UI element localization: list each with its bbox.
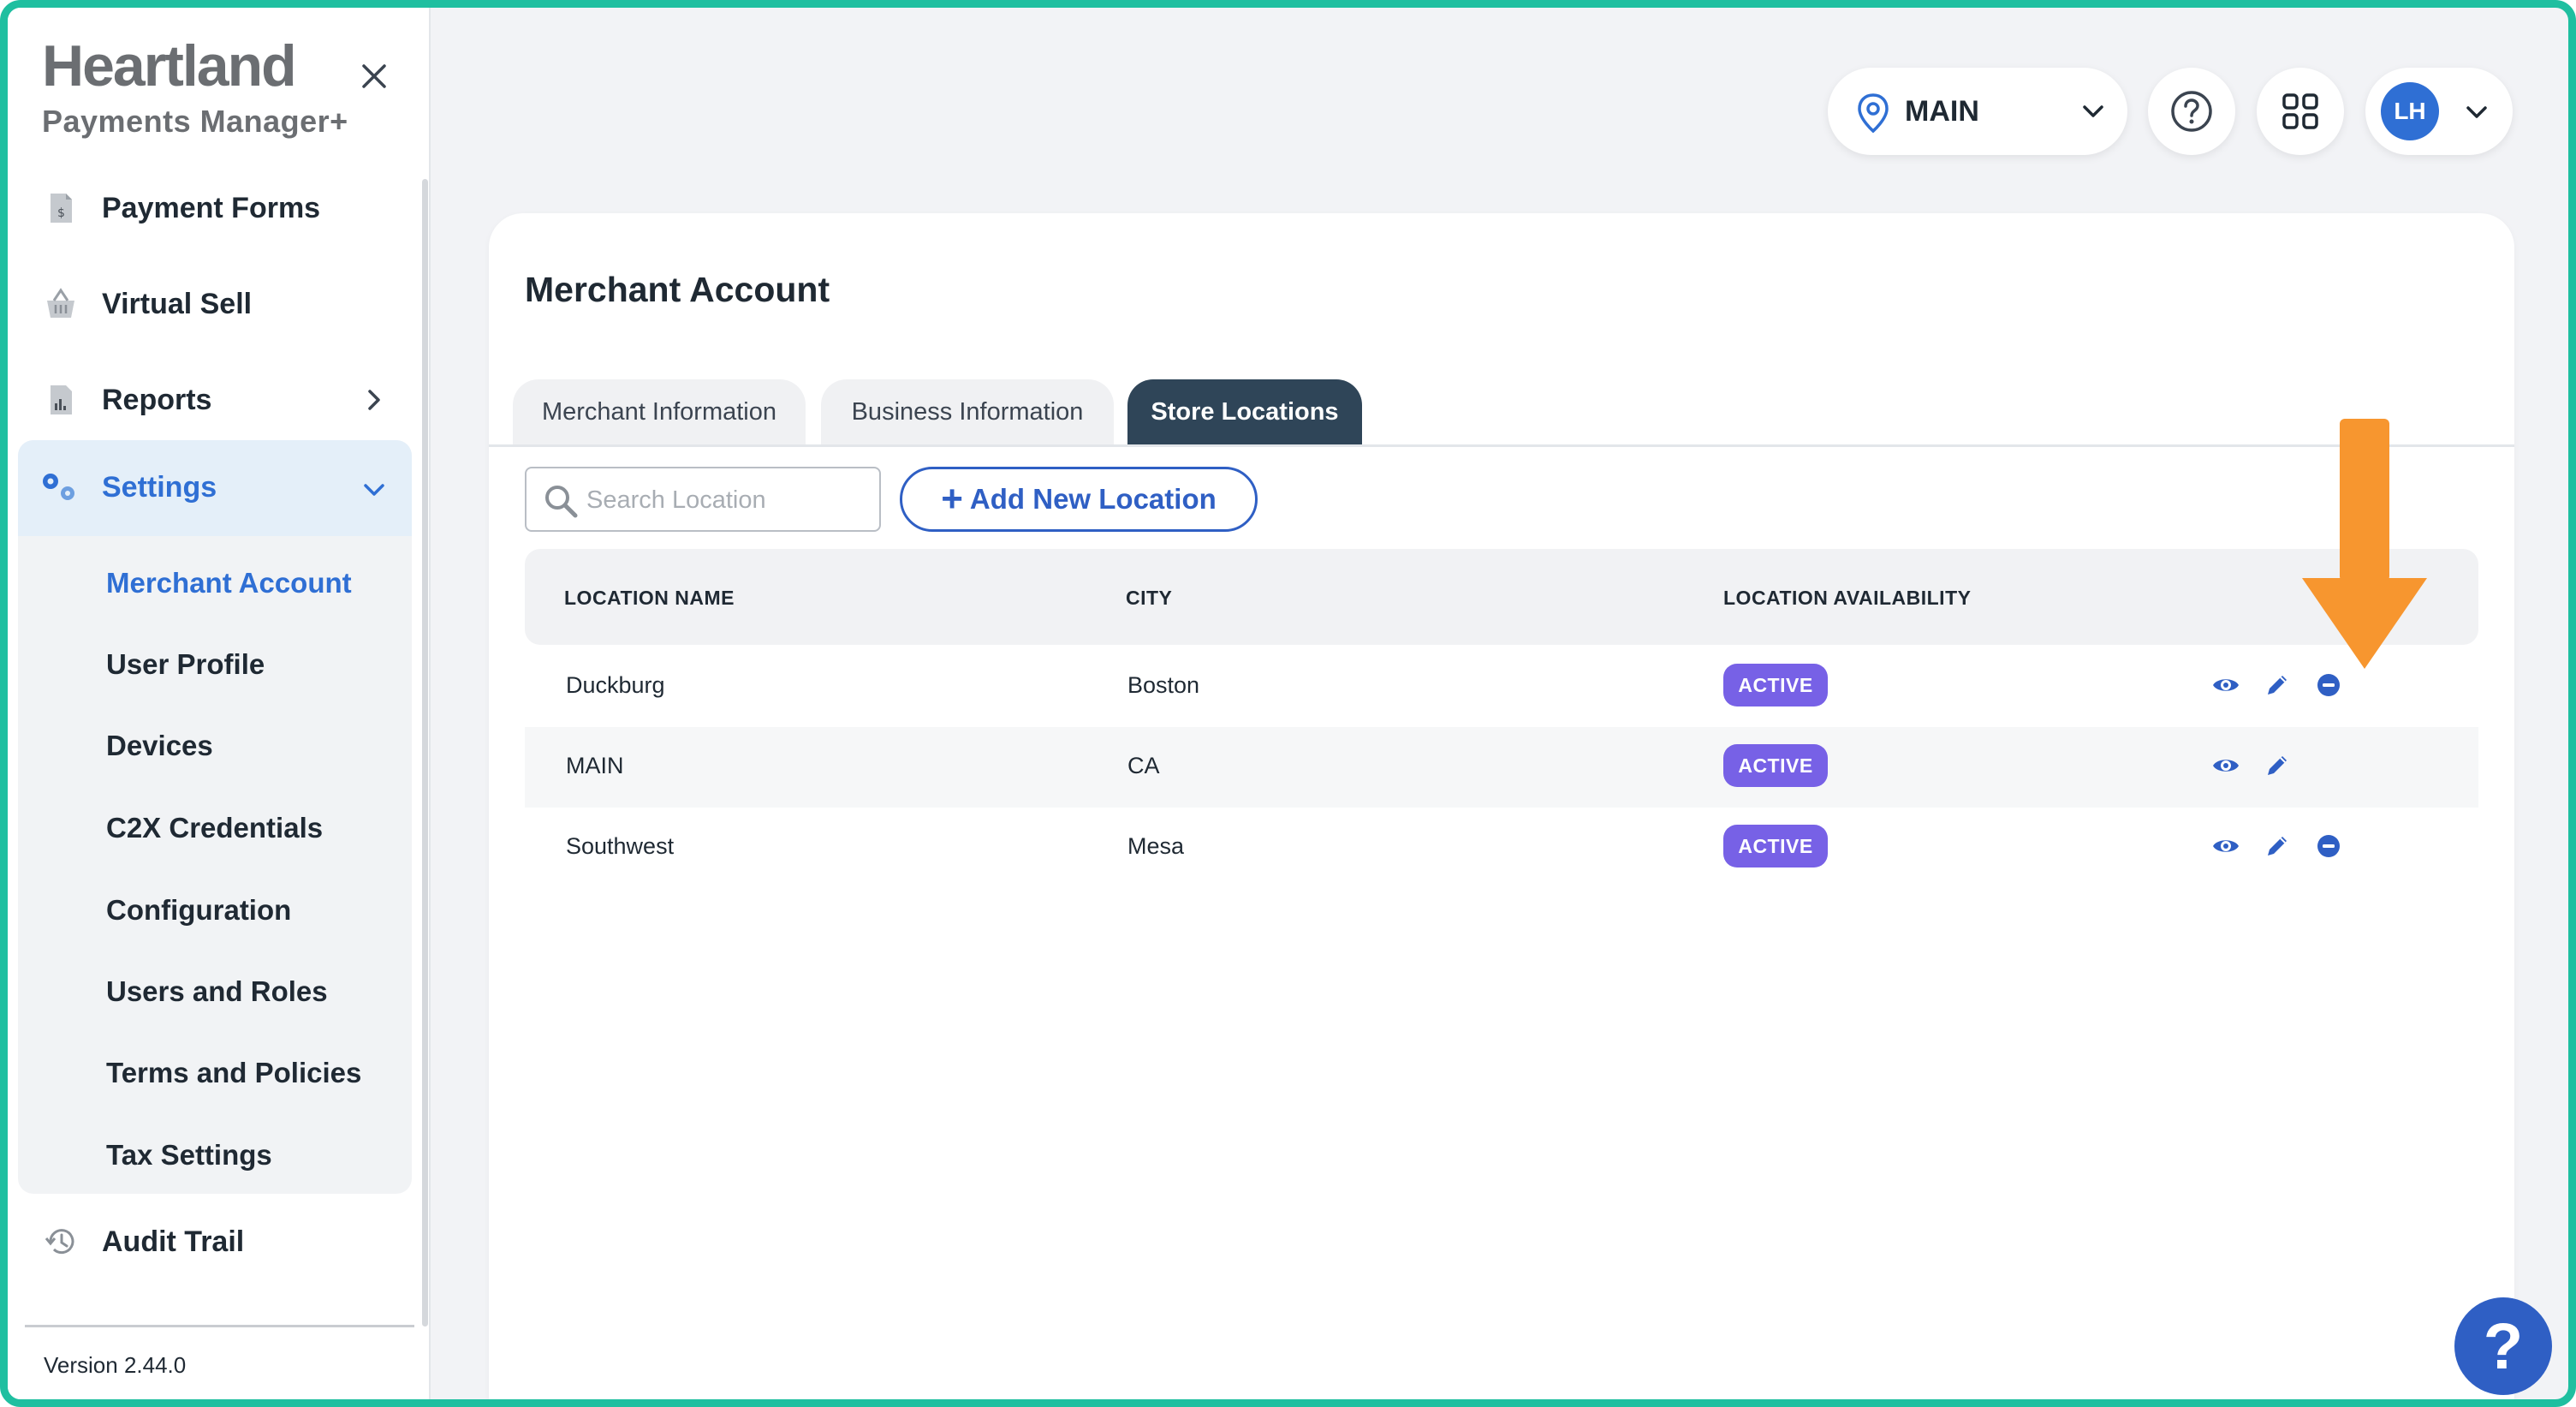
apps-grid-icon — [2282, 93, 2318, 129]
sidebar: Heartland Payments Manager+ $ Payment Fo… — [8, 8, 431, 1399]
app-window: Heartland Payments Manager+ $ Payment Fo… — [0, 0, 2576, 1407]
table-header: LOCATION NAME CITY LOCATION AVAILABILITY — [525, 549, 2478, 645]
help-button[interactable] — [2148, 68, 2235, 155]
question-circle-icon — [2171, 91, 2212, 132]
settings-submenu: Settings Merchant Account User Profile D… — [18, 440, 412, 1194]
table-row: Southwest Mesa ACTIVE — [525, 808, 2478, 888]
brand-name: Heartland — [42, 33, 297, 98]
document-dollar-icon: $ — [51, 194, 72, 223]
edit-pencil-icon[interactable] — [2263, 832, 2292, 861]
tab-business-information[interactable]: Business Information — [821, 379, 1114, 444]
status-badge: ACTIVE — [1723, 664, 1828, 706]
sidebar-item-label: Virtual Sell — [102, 287, 253, 320]
search-icon — [545, 486, 578, 518]
gears-icon — [43, 474, 74, 500]
page-title: Merchant Account — [525, 270, 830, 309]
view-eye-icon[interactable] — [2211, 671, 2240, 700]
column-header-city: CITY — [1126, 587, 1173, 609]
version-label: Version 2.44.0 — [44, 1352, 187, 1378]
add-new-location-label: Add New Location — [969, 483, 1217, 515]
view-eye-icon[interactable] — [2211, 751, 2240, 780]
sidebar-subitem-c2x-credentials[interactable]: C2X Credentials — [106, 812, 323, 844]
location-name-cell: Southwest — [566, 833, 675, 859]
sidebar-item-payment-forms[interactable]: $ Payment Forms — [18, 167, 412, 249]
sidebar-item-virtual-sell[interactable]: Virtual Sell — [18, 263, 412, 345]
column-header-location-name: LOCATION NAME — [564, 587, 735, 609]
chevron-down-icon — [2083, 105, 2103, 117]
chevron-down-icon — [364, 484, 384, 496]
add-new-location-button[interactable]: + Add New Location — [900, 467, 1258, 532]
sidebar-scrollbar[interactable] — [422, 179, 428, 1327]
sidebar-item-audit-trail[interactable]: Audit Trail — [18, 1201, 412, 1283]
city-cell: Boston — [1127, 672, 1200, 698]
apps-button[interactable] — [2257, 68, 2344, 155]
search-input[interactable] — [586, 480, 869, 520]
close-sidebar-button[interactable] — [348, 51, 400, 102]
tab-underline — [489, 444, 2514, 447]
status-badge: ACTIVE — [1723, 825, 1828, 867]
sidebar-item-settings[interactable]: Settings — [18, 440, 412, 536]
sidebar-item-label: Payment Forms — [102, 191, 321, 224]
svg-text:$: $ — [57, 206, 65, 220]
sidebar-subitem-merchant-account[interactable]: Merchant Account — [106, 567, 352, 599]
brand-subtitle: Payments Manager+ — [42, 104, 348, 139]
sidebar-subitem-devices[interactable]: Devices — [106, 730, 213, 762]
sidebar-subitem-terms-and-policies[interactable]: Terms and Policies — [106, 1057, 361, 1089]
sidebar-item-label: Settings — [102, 471, 217, 504]
table-row: MAIN CA ACTIVE — [525, 727, 2478, 808]
location-pin-icon — [1858, 93, 1889, 134]
user-menu-button[interactable]: LH — [2365, 68, 2513, 155]
plus-icon: + — [941, 478, 963, 520]
sidebar-subitem-user-profile[interactable]: User Profile — [106, 648, 265, 681]
search-location[interactable] — [525, 467, 881, 532]
table-row: Duckburg Boston ACTIVE — [525, 647, 2478, 727]
sidebar-item-label: Reports — [102, 383, 212, 416]
tab-store-locations[interactable]: Store Locations — [1127, 379, 1362, 444]
sidebar-item-label: Audit Trail — [102, 1225, 245, 1258]
edit-pencil-icon[interactable] — [2263, 671, 2292, 700]
view-eye-icon[interactable] — [2211, 832, 2240, 861]
basket-icon — [47, 288, 74, 318]
chevron-right-icon — [368, 390, 380, 410]
report-chart-icon — [51, 385, 72, 414]
sidebar-subitem-tax-settings[interactable]: Tax Settings — [106, 1139, 272, 1172]
main-card: Merchant Account Merchant Information Bu… — [489, 213, 2514, 1399]
history-icon — [45, 1229, 74, 1255]
selected-location: MAIN — [1905, 95, 1979, 128]
brand-logo: Heartland Payments Manager+ — [42, 37, 348, 140]
close-icon — [362, 64, 386, 88]
floating-help-button[interactable]: ? — [2454, 1297, 2552, 1395]
avatar: LH — [2381, 82, 2439, 140]
remove-minus-circle-icon[interactable] — [2314, 832, 2343, 861]
sidebar-item-reports[interactable]: Reports — [18, 359, 412, 441]
edit-pencil-icon[interactable] — [2263, 751, 2292, 780]
chevron-down-icon — [2466, 106, 2487, 118]
annotation-arrow-down-icon — [2302, 419, 2427, 669]
sidebar-subitem-configuration[interactable]: Configuration — [106, 894, 291, 927]
location-name-cell: Duckburg — [566, 672, 665, 698]
city-cell: CA — [1127, 753, 1160, 778]
tab-merchant-information[interactable]: Merchant Information — [513, 379, 806, 444]
sidebar-divider — [25, 1325, 414, 1327]
city-cell: Mesa — [1127, 833, 1185, 859]
location-select[interactable]: MAIN — [1828, 68, 2127, 155]
sidebar-subitem-users-and-roles[interactable]: Users and Roles — [106, 975, 328, 1008]
status-badge: ACTIVE — [1723, 744, 1828, 787]
column-header-location-availability: LOCATION AVAILABILITY — [1723, 587, 1972, 609]
location-name-cell: MAIN — [566, 753, 624, 778]
